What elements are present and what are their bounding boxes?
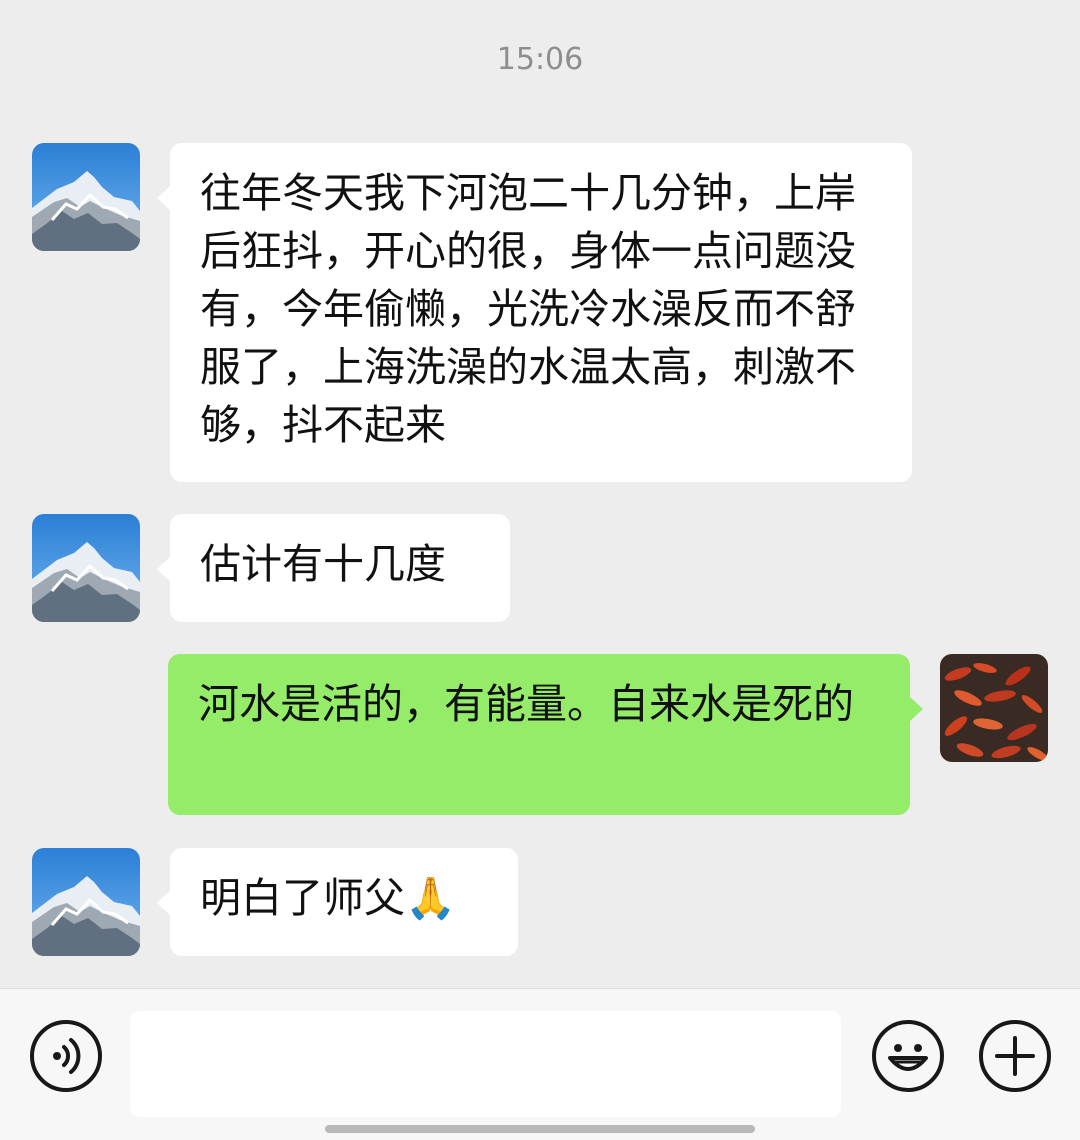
voice-button[interactable]	[30, 1020, 102, 1092]
contact-avatar[interactable]	[32, 514, 140, 622]
mountain-icon	[32, 848, 140, 956]
message-timestamp: 15:06	[496, 42, 584, 77]
contact-avatar[interactable]	[32, 848, 140, 956]
incoming-message-bubble[interactable]: 估计有十几度	[157, 514, 510, 622]
incoming-message-bubble[interactable]: 往年冬天我下河泡二十几分钟，上岸后狂抖，开心的很，身体一点问题没有，今年偷懒，光…	[157, 143, 912, 482]
home-indicator[interactable]	[325, 1125, 755, 1133]
red-fish-icon	[940, 654, 1048, 762]
message-input-bar	[0, 988, 1080, 1140]
voice-icon	[53, 1038, 81, 1074]
chat-area[interactable]: 15:06 往年冬天我下河泡二十几分钟，上岸后狂抖，开心的很，身体一点问题没有，…	[0, 0, 1080, 988]
plus-button[interactable]	[979, 1020, 1051, 1092]
plus-icon	[995, 1036, 1035, 1076]
mountain-icon	[32, 514, 140, 622]
user-avatar[interactable]	[940, 654, 1048, 762]
incoming-message-bubble[interactable]: 明白了师父🙏	[157, 848, 518, 956]
emoji-button[interactable]	[872, 1020, 944, 1092]
emoji-icon	[888, 1044, 928, 1071]
outgoing-message-bubble[interactable]: 河水是活的，有能量。自来水是死的	[168, 654, 923, 815]
message-input[interactable]	[130, 1011, 841, 1117]
mountain-icon	[32, 143, 140, 251]
contact-avatar[interactable]	[32, 143, 140, 251]
